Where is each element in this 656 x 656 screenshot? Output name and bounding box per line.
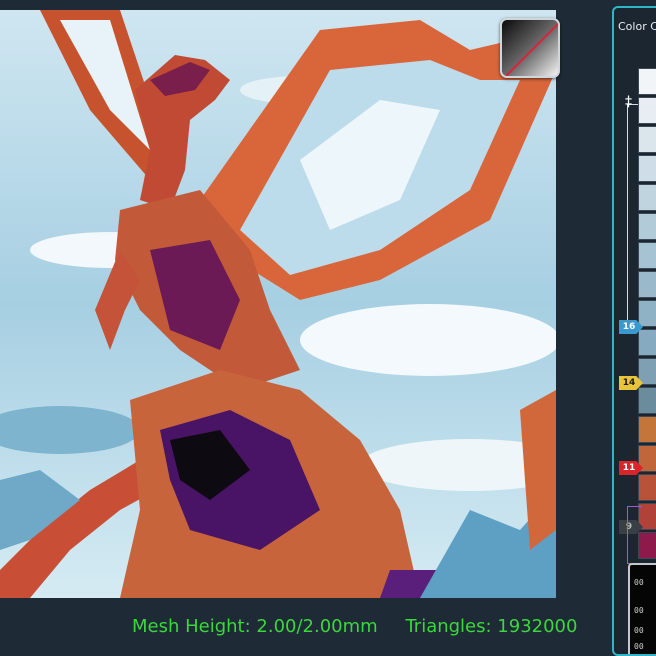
mesh-height-readout: Mesh Height: 2.00/2.00mm <box>132 616 378 637</box>
color-chip[interactable] <box>638 271 656 298</box>
dragon-artwork <box>0 10 556 598</box>
color-chip[interactable] <box>638 387 656 414</box>
mesh-preview-canvas[interactable] <box>0 10 556 598</box>
color-chip[interactable] <box>638 213 656 240</box>
triangles-readout: Triangles: 1932000 <box>405 616 578 637</box>
color-chip[interactable] <box>638 416 656 443</box>
color-panel: Color C ‡ 16 14 11 9 00 00 00 00 <box>612 6 656 656</box>
color-chip[interactable] <box>638 68 656 95</box>
color-chip[interactable] <box>638 329 656 356</box>
no-color-slash-icon <box>504 20 558 76</box>
glyph-label: 00 <box>634 578 644 587</box>
color-chip[interactable] <box>638 155 656 182</box>
color-chip[interactable] <box>638 126 656 153</box>
panel-title: Color C <box>618 20 656 33</box>
glyph-label: 00 <box>634 642 644 651</box>
color-chip[interactable] <box>638 300 656 327</box>
color-chip[interactable] <box>638 474 656 501</box>
color-chip[interactable] <box>638 97 656 124</box>
purple-range-bracket <box>627 506 642 564</box>
color-swatch-button[interactable] <box>500 18 560 78</box>
color-chip[interactable] <box>638 242 656 269</box>
color-ramp <box>638 68 656 561</box>
bracket-mark-icon: ‡ <box>625 94 632 110</box>
status-bar: Mesh Height: 2.00/2.00mm Triangles: 1932… <box>132 616 599 637</box>
color-chip[interactable] <box>638 184 656 211</box>
glyph-label: 00 <box>634 626 644 635</box>
glyph-label: 00 <box>634 606 644 615</box>
